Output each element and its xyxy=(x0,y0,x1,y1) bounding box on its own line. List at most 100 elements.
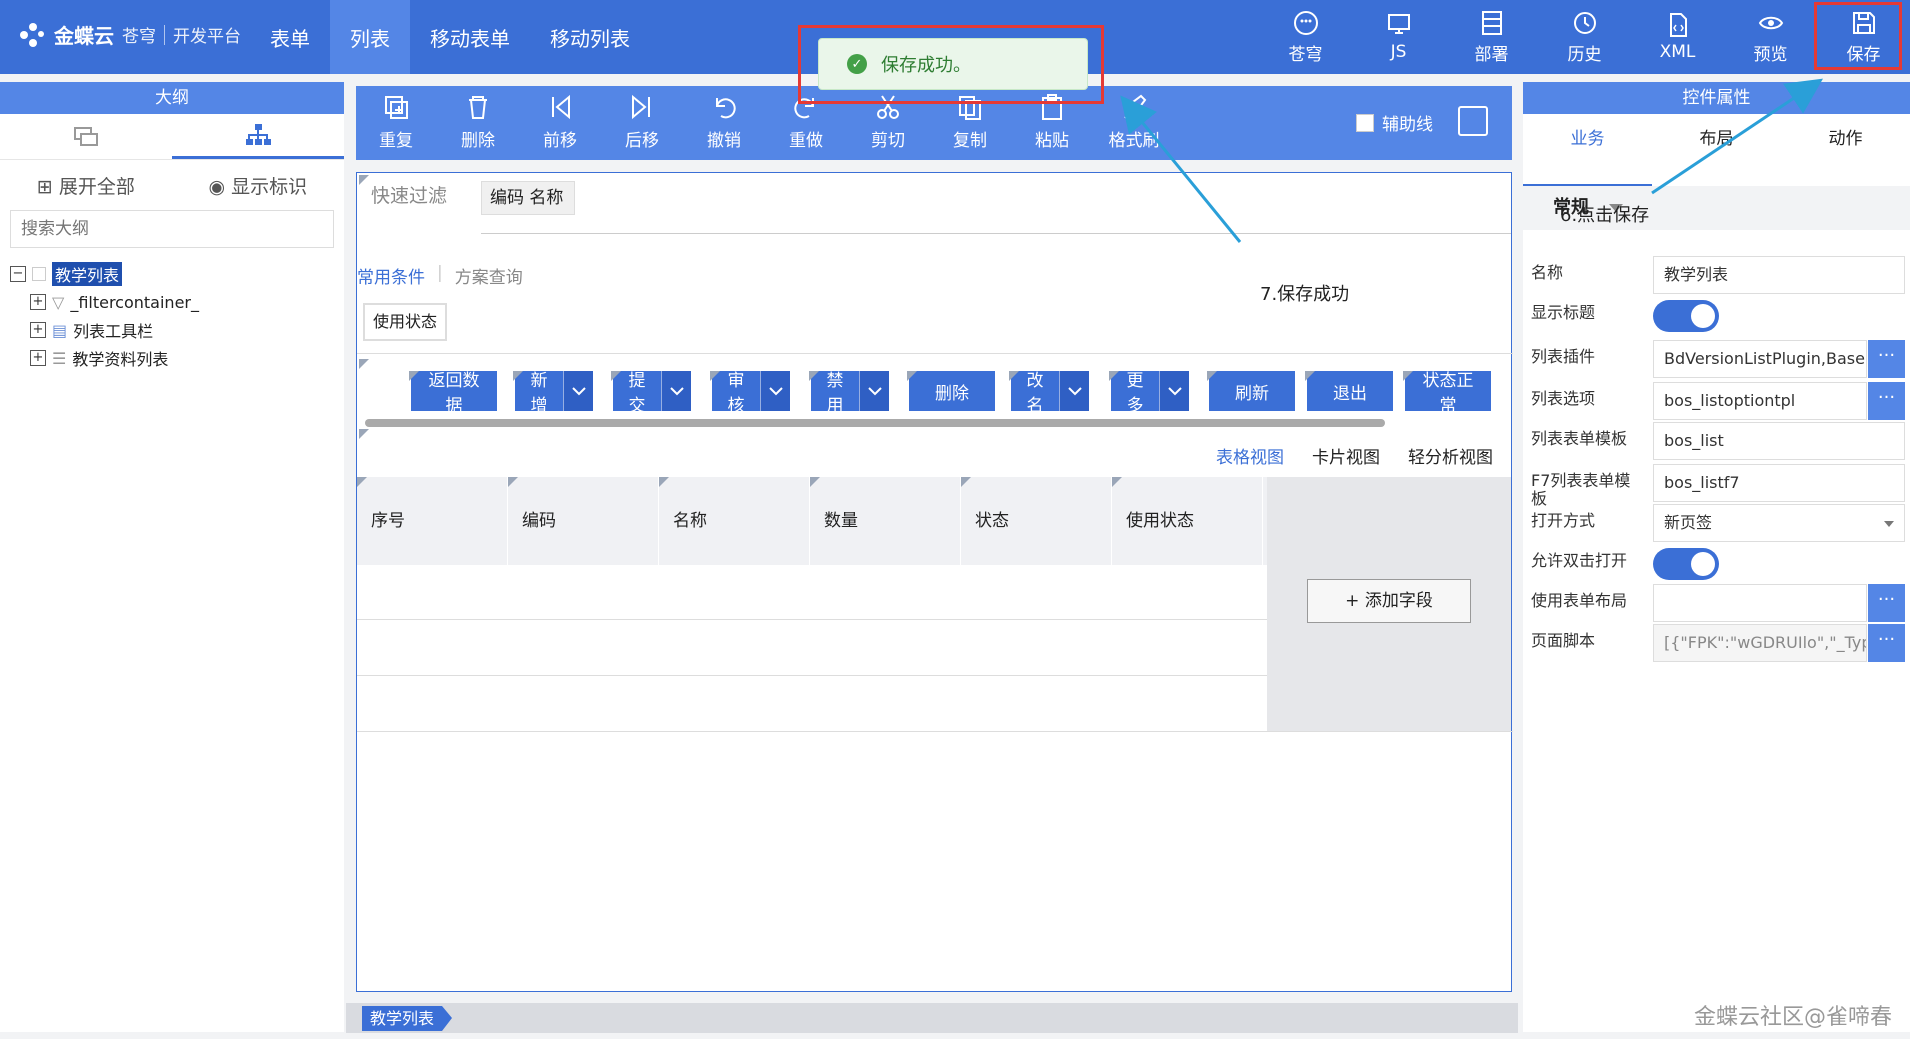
tab-common-conditions[interactable]: 常用条件 xyxy=(357,263,425,288)
ellipsis-button[interactable]: ··· xyxy=(1868,584,1905,622)
list-btn-10[interactable]: 状态正常 xyxy=(1405,371,1491,416)
tab-card-view[interactable]: 卡片视图 xyxy=(1312,443,1380,468)
expand-icon[interactable]: + xyxy=(30,350,46,366)
divider xyxy=(357,353,1513,354)
fullscreen-icon[interactable] xyxy=(1458,106,1488,136)
quick-filter-label: 快速过滤 xyxy=(371,185,448,207)
nav-item-1[interactable]: 列表 xyxy=(330,0,410,74)
ellipsis-button[interactable]: ··· xyxy=(1868,340,1905,378)
aux-line-checkbox[interactable] xyxy=(1356,113,1374,132)
deploy-button[interactable]: 部署 xyxy=(1445,0,1538,74)
tree-node-label: _filtercontainer_ xyxy=(70,292,199,312)
prop-input[interactable]: bos_listoptiontpl xyxy=(1653,382,1867,420)
column-header-5[interactable]: 使用状态 xyxy=(1112,477,1263,565)
prop-row-5: F7列表表单模板 bos_listf7 xyxy=(1523,462,1910,508)
aux-line-toggle[interactable]: 辅助线 xyxy=(1356,110,1433,135)
tab-table-view[interactable]: 表格视图 xyxy=(1216,443,1284,468)
nav-item-2[interactable]: 移动表单 xyxy=(410,0,530,74)
expand-icon[interactable]: + xyxy=(30,294,46,310)
history-label: 历史 xyxy=(1567,44,1602,65)
collapse-icon[interactable]: − xyxy=(10,266,26,282)
column-header-2[interactable]: 名称 xyxy=(659,477,810,565)
ellipsis-button[interactable]: ··· xyxy=(1868,382,1905,420)
column-header-label: 编码 xyxy=(522,511,556,531)
corner-marker xyxy=(359,429,369,439)
tree-node-list[interactable]: + ☰ 教学资料列表 xyxy=(0,344,344,372)
tab-layout[interactable]: 布局 xyxy=(1652,114,1781,186)
list-btn-1[interactable]: 新增 xyxy=(515,371,593,416)
undo-icon xyxy=(716,98,736,119)
column-header-0[interactable]: 序号 xyxy=(357,477,508,565)
prop-input[interactable]: BdVersionListPlugin,BaseL xyxy=(1653,340,1867,378)
prop-input[interactable]: 教学列表 xyxy=(1653,256,1905,294)
preview-button[interactable]: 预览 xyxy=(1724,0,1817,74)
toolbar-btn-label: 前移 xyxy=(543,131,577,151)
toggle-switch[interactable] xyxy=(1653,548,1719,580)
column-header-label: 使用状态 xyxy=(1126,511,1194,531)
tree-node-toolbar[interactable]: + ▤ 列表工具栏 xyxy=(0,316,344,344)
show-ids-button[interactable]: ◉ 显示标识 xyxy=(209,172,308,199)
prop-input[interactable] xyxy=(1653,584,1867,622)
prop-row-9: 页面脚本 [{"FPK":"wGDRUIlo","_Type_ ··· xyxy=(1523,622,1910,662)
tab-tree[interactable] xyxy=(172,114,344,159)
ellipsis-button[interactable]: ··· xyxy=(1868,624,1905,662)
prop-input[interactable]: [{"FPK":"wGDRUIlo","_Type_ xyxy=(1653,624,1867,662)
list-btn-0[interactable]: 返回数据 xyxy=(411,371,497,416)
tab-business[interactable]: 业务 xyxy=(1523,114,1652,186)
expand-all-button[interactable]: ⊞ 展开全部 xyxy=(37,172,135,199)
list-btn-3[interactable]: 审核 xyxy=(712,371,790,416)
list-btn-5[interactable]: 删除 xyxy=(909,371,995,411)
outline-search-input[interactable] xyxy=(10,210,334,248)
horizontal-scrollbar[interactable] xyxy=(365,419,1385,427)
tree-node-filtercontainer[interactable]: + ▽ _filtercontainer_ xyxy=(0,288,344,316)
tab-layers[interactable] xyxy=(0,114,172,159)
list-btn-4[interactable]: 禁用 xyxy=(811,371,889,416)
toolbar-btn-trash[interactable]: 删除 xyxy=(438,92,518,151)
toolbar-btn-undo[interactable]: 撤销 xyxy=(684,92,764,151)
history-button[interactable]: 历史 xyxy=(1538,0,1631,74)
quick-filter-field[interactable]: 编码 名称 xyxy=(481,181,575,215)
toolbar-btn-move-next[interactable]: 后移 xyxy=(602,92,682,151)
chevron-down-icon[interactable] xyxy=(1159,371,1189,411)
chevron-down-icon[interactable] xyxy=(760,371,790,411)
corner-marker xyxy=(359,359,369,369)
column-header-1[interactable]: 编码 xyxy=(508,477,659,565)
toolbar-btn-move-previous[interactable]: 前移 xyxy=(520,92,600,151)
list-btn-7[interactable]: 更多 xyxy=(1111,371,1189,416)
chevron-down-icon[interactable] xyxy=(563,371,593,411)
list-btn-8[interactable]: 刷新 xyxy=(1209,371,1295,411)
xml-button[interactable]: XML xyxy=(1631,0,1724,74)
prop-input[interactable]: bos_listf7 xyxy=(1653,464,1905,502)
tab-scheme-query[interactable]: 方案查询 xyxy=(455,263,523,288)
prop-input[interactable]: bos_list xyxy=(1653,422,1905,460)
toggle-switch[interactable] xyxy=(1653,300,1719,332)
tab-action[interactable]: 动作 xyxy=(1781,114,1910,186)
prop-select[interactable]: 新页签 xyxy=(1653,504,1905,542)
filter-chip-usage-status[interactable]: 使用状态 xyxy=(363,303,447,341)
toolbar-btn-duplicate[interactable]: 重复 xyxy=(356,92,436,151)
prop-label: 显示标题 xyxy=(1531,303,1596,322)
tab-teaching-list[interactable]: 教学列表 xyxy=(362,1006,453,1031)
clock-icon xyxy=(1573,11,1596,34)
list-btn-6[interactable]: 改名 xyxy=(1011,371,1089,416)
expand-icon[interactable]: + xyxy=(30,322,46,338)
tree-node-root[interactable]: − 教学列表 xyxy=(0,260,344,288)
outline-actions: ⊞ 展开全部 ◉ 显示标识 xyxy=(0,160,344,210)
list-btn-9[interactable]: 退出 xyxy=(1307,371,1393,411)
js-button[interactable]: JS xyxy=(1352,0,1445,74)
tab-analysis-view[interactable]: 轻分析视图 xyxy=(1408,443,1493,468)
toolbar-icon: ▤ xyxy=(52,320,68,340)
column-header-3[interactable]: 数量 xyxy=(810,477,961,565)
toolbar-btn-format-brush[interactable]: 格式刷 xyxy=(1094,92,1174,151)
column-header-4[interactable]: 状态 xyxy=(961,477,1112,565)
add-field-button[interactable]: + 添加字段 xyxy=(1307,579,1471,623)
chevron-down-icon[interactable] xyxy=(661,371,691,411)
chevron-down-icon[interactable] xyxy=(1059,371,1089,411)
nav-item-0[interactable]: 表单 xyxy=(250,0,330,74)
nav-item-3[interactable]: 移动列表 xyxy=(530,0,650,74)
chevron-down-icon[interactable] xyxy=(859,371,889,411)
tab-divider: | xyxy=(437,263,443,283)
cangqiong-button[interactable]: 苍穹 xyxy=(1259,0,1352,74)
outline-title: 大纲 xyxy=(0,82,344,114)
list-btn-2[interactable]: 提交 xyxy=(613,371,691,416)
